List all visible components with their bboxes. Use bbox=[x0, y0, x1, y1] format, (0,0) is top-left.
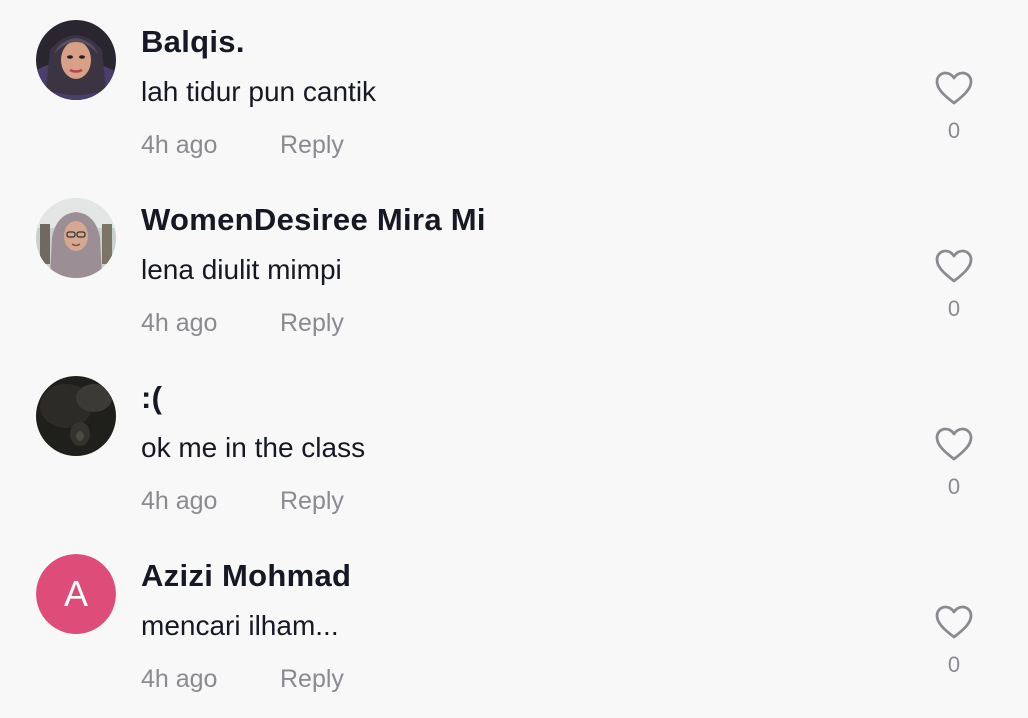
comment-text: lena diulit mimpi bbox=[141, 254, 342, 285]
reply-button[interactable]: Reply bbox=[280, 665, 344, 694]
comment-text: lah tidur pun cantik bbox=[141, 76, 377, 107]
comment-timestamp: 4h ago bbox=[141, 131, 218, 159]
like-count: 0 bbox=[947, 118, 961, 143]
avatar[interactable] bbox=[36, 376, 116, 456]
comment-text: mencari ilham... bbox=[141, 610, 339, 641]
comment-timestamp: 4h ago bbox=[141, 309, 218, 337]
avatar[interactable] bbox=[36, 198, 116, 278]
comment-username[interactable]: Azizi Mohmad bbox=[141, 558, 351, 594]
like-button[interactable]: 0 bbox=[934, 70, 974, 144]
like-count: 0 bbox=[947, 652, 961, 677]
avatar-initial: A bbox=[36, 554, 116, 634]
like-count: 0 bbox=[947, 296, 961, 321]
like-button[interactable]: 0 bbox=[934, 604, 974, 678]
like-button[interactable]: 0 bbox=[934, 248, 974, 322]
comment-timestamp: 4h ago bbox=[141, 665, 218, 693]
comment-username[interactable]: :( bbox=[141, 380, 162, 416]
reply-button[interactable]: Reply bbox=[280, 487, 344, 516]
like-button[interactable]: 0 bbox=[934, 426, 974, 500]
comment-item: :( ok me in the class 4h ago Reply 0 bbox=[0, 356, 1028, 534]
heart-outline-icon bbox=[935, 427, 973, 461]
heart-outline-icon bbox=[935, 605, 973, 639]
reply-button[interactable]: Reply bbox=[280, 131, 344, 160]
comment-item: Balqis. lah tidur pun cantik 4h ago Repl… bbox=[0, 0, 1028, 178]
comment-text: ok me in the class bbox=[141, 432, 366, 463]
heart-outline-icon bbox=[935, 249, 973, 283]
heart-outline-icon bbox=[935, 71, 973, 105]
comment-username[interactable]: WomenDesiree Mira Mi bbox=[141, 202, 486, 238]
reply-button[interactable]: Reply bbox=[280, 309, 344, 338]
comment-timestamp: 4h ago bbox=[141, 487, 218, 515]
avatar[interactable]: A bbox=[36, 554, 116, 634]
avatar[interactable] bbox=[36, 20, 116, 100]
comment-item: WomenDesiree Mira Mi lena diulit mimpi 4… bbox=[0, 178, 1028, 356]
comment-username[interactable]: Balqis. bbox=[141, 24, 245, 60]
comment-item: A Azizi Mohmad mencari ilham... 4h ago R… bbox=[0, 534, 1028, 712]
like-count: 0 bbox=[947, 474, 961, 499]
